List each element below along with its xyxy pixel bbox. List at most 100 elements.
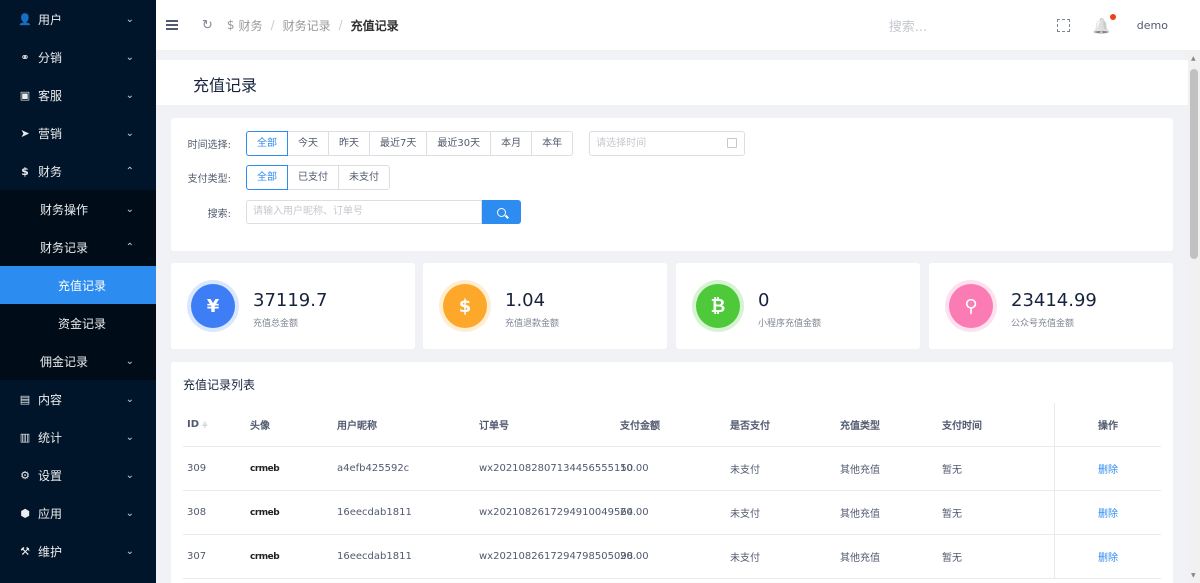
time-option-today[interactable]: 今天 bbox=[287, 131, 329, 156]
stat-value: 0 bbox=[758, 290, 770, 311]
search-label: 搜索: bbox=[207, 208, 231, 220]
time-option-month[interactable]: 本月 bbox=[490, 131, 533, 156]
table-row: 308 crmeb 16eecdab1811 wx202108261729491… bbox=[183, 491, 1161, 535]
cell-op: 删除 bbox=[1054, 447, 1157, 490]
col-amount: 支付金额 bbox=[620, 421, 660, 432]
date-range-input[interactable]: 请选择时间 bbox=[589, 131, 746, 156]
sidebar-item-label: 分销 bbox=[38, 50, 63, 65]
sidebar-item-user[interactable]: 👤 用户 ⌄ bbox=[0, 0, 156, 38]
chevron-down-icon: ⌄ bbox=[125, 431, 134, 443]
sidebar-item-distribution[interactable]: ⚭ 分销 ⌄ bbox=[0, 38, 156, 76]
sidebar-item-label: 应用 bbox=[38, 506, 63, 521]
yen-icon: ¥ bbox=[191, 284, 235, 328]
pay-option-paid[interactable]: 已支付 bbox=[287, 165, 339, 190]
breadcrumb: $ 财务 / 财务记录 / 充值记录 bbox=[227, 17, 399, 34]
stat-value: 37119.7 bbox=[253, 290, 328, 311]
breadcrumb-finance[interactable]: 财务 bbox=[239, 17, 263, 34]
cube-icon: ⬢ bbox=[20, 506, 30, 520]
delete-link[interactable]: 删除 bbox=[1098, 549, 1118, 564]
delete-link[interactable]: 删除 bbox=[1098, 505, 1118, 520]
page-scrollbar[interactable]: ▲ ▼ bbox=[1188, 51, 1200, 583]
chevron-down-icon: ⌄ bbox=[125, 89, 134, 101]
time-option-all[interactable]: 全部 bbox=[246, 131, 288, 156]
pay-option-all[interactable]: 全部 bbox=[246, 165, 288, 190]
col-avatar: 头像 bbox=[250, 421, 270, 432]
sidebar-item-statistics[interactable]: ▥ 统计 ⌄ bbox=[0, 418, 156, 456]
fullscreen-icon[interactable] bbox=[1057, 19, 1071, 32]
cell-time: 暂无 bbox=[942, 465, 962, 476]
page-title: 充值记录 bbox=[193, 76, 258, 95]
bar-chart-icon: ▥ bbox=[19, 430, 31, 444]
sidebar-item-maintenance[interactable]: ⚒ 维护 ⌄ bbox=[0, 532, 156, 570]
time-option-year[interactable]: 本年 bbox=[531, 131, 574, 156]
breadcrumb-finance-records[interactable]: 财务记录 bbox=[283, 17, 331, 34]
sidebar-item-content[interactable]: ▤ 内容 ⌄ bbox=[0, 380, 156, 418]
distribution-icon: ⚭ bbox=[20, 50, 30, 64]
avatar: crmeb bbox=[246, 551, 333, 562]
stat-value: 1.04 bbox=[505, 290, 546, 311]
table-row: 309 crmeb a4efb425592c wx202108280713445… bbox=[183, 447, 1161, 491]
stat-card-miniprogram: ₿ 0 小程序充值金额 bbox=[676, 263, 920, 349]
sort-icon[interactable]: ≑ bbox=[202, 421, 208, 429]
col-paid: 是否支付 bbox=[730, 421, 770, 432]
pay-option-unpaid[interactable]: 未支付 bbox=[338, 165, 390, 190]
search-button[interactable] bbox=[482, 200, 521, 224]
dollar-coin-icon: $ bbox=[443, 284, 487, 328]
time-option-30days[interactable]: 最近30天 bbox=[426, 131, 492, 156]
sidebar-item-marketing[interactable]: ➤ 营销 ⌄ bbox=[0, 114, 156, 152]
header-search-input[interactable]: 搜索... bbox=[889, 16, 927, 35]
chevron-down-icon: ⌄ bbox=[125, 507, 134, 519]
sidebar-item-finance-records[interactable]: 财务记录 ⌃ bbox=[0, 228, 156, 266]
sidebar-item-label: 客服 bbox=[38, 88, 63, 103]
sidebar-item-finance[interactable]: $ 财务 ⌃ bbox=[0, 152, 156, 190]
sidebar-item-apps[interactable]: ⬢ 应用 ⌄ bbox=[0, 494, 156, 532]
filter-card: 时间选择: 全部 今天 昨天 最近7天 最近30天 本月 本年 请选择时间 支付… bbox=[171, 118, 1173, 251]
sidebar-item-label: 资金记录 bbox=[58, 316, 107, 331]
chevron-down-icon: ⌄ bbox=[125, 203, 134, 215]
user-menu[interactable]: demo bbox=[1137, 19, 1168, 32]
sidebar-item-commission-records[interactable]: 佣金记录 ⌄ bbox=[0, 342, 156, 380]
sidebar-item-settings[interactable]: ⚙ 设置 ⌄ bbox=[0, 456, 156, 494]
cell-name: 16eecdab1811 bbox=[337, 551, 412, 562]
search-input[interactable]: 请输入用户昵称、订单号 bbox=[246, 200, 482, 224]
cell-type: 其他充值 bbox=[840, 509, 880, 520]
bell-glyph: 🔔 bbox=[1092, 16, 1111, 35]
dollar-icon: $ bbox=[226, 18, 235, 32]
time-option-yesterday[interactable]: 昨天 bbox=[328, 131, 370, 156]
menu-toggle-icon[interactable] bbox=[166, 20, 180, 30]
send-icon: ➤ bbox=[20, 126, 30, 140]
stat-value: 23414.99 bbox=[1011, 290, 1097, 311]
refresh-icon[interactable]: ↻ bbox=[202, 18, 213, 33]
stat-label: 公众号充值金额 bbox=[1011, 319, 1075, 329]
pay-filter-row: 支付类型: 全部 已支付 未支付 bbox=[171, 165, 390, 190]
cell-time: 暂无 bbox=[942, 509, 962, 520]
cell-op: 删除 bbox=[1054, 491, 1157, 534]
chevron-down-icon: ⌄ bbox=[125, 51, 134, 63]
bell-icon[interactable]: 🔔 bbox=[1092, 13, 1116, 35]
sidebar-item-service[interactable]: ▣ 客服 ⌄ bbox=[0, 76, 156, 114]
cell-type: 其他充值 bbox=[840, 553, 880, 564]
col-type: 充值类型 bbox=[840, 421, 880, 432]
scroll-up-icon[interactable]: ▲ bbox=[1191, 55, 1196, 62]
page-header: 充值记录 bbox=[156, 60, 1188, 105]
breadcrumb-separator: / bbox=[270, 18, 275, 32]
delete-link[interactable]: 删除 bbox=[1098, 461, 1118, 476]
sidebar-item-finance-ops[interactable]: 财务操作 ⌄ bbox=[0, 190, 156, 228]
sidebar-item-label: 充值记录 bbox=[58, 278, 107, 293]
chevron-down-icon: ⌄ bbox=[125, 545, 134, 557]
scroll-down-icon[interactable]: ▼ bbox=[1191, 572, 1196, 579]
pay-filter-group: 全部 已支付 未支付 bbox=[246, 165, 390, 190]
scrollbar-thumb[interactable] bbox=[1190, 69, 1198, 259]
dollar-icon: $ bbox=[21, 164, 29, 178]
time-filter-group: 全部 今天 昨天 最近7天 最近30天 本月 本年 bbox=[246, 131, 574, 156]
chevron-down-icon: ⌄ bbox=[125, 469, 134, 481]
time-option-7days[interactable]: 最近7天 bbox=[369, 131, 428, 156]
sidebar-item-fund-records[interactable]: 资金记录 bbox=[0, 304, 156, 342]
main-content: 充值记录 时间选择: 全部 今天 昨天 最近7天 最近30天 本月 本年 请选择… bbox=[156, 51, 1188, 583]
wrench-icon: ⚒ bbox=[20, 544, 30, 558]
bike-icon: ⚲ bbox=[949, 284, 993, 328]
cell-order: wx2021082617294910049564 bbox=[479, 507, 634, 518]
col-id[interactable]: ID ≑ bbox=[183, 419, 246, 430]
sidebar-item-recharge-records[interactable]: 充值记录 bbox=[0, 266, 156, 304]
chevron-down-icon: ⌄ bbox=[125, 127, 134, 139]
